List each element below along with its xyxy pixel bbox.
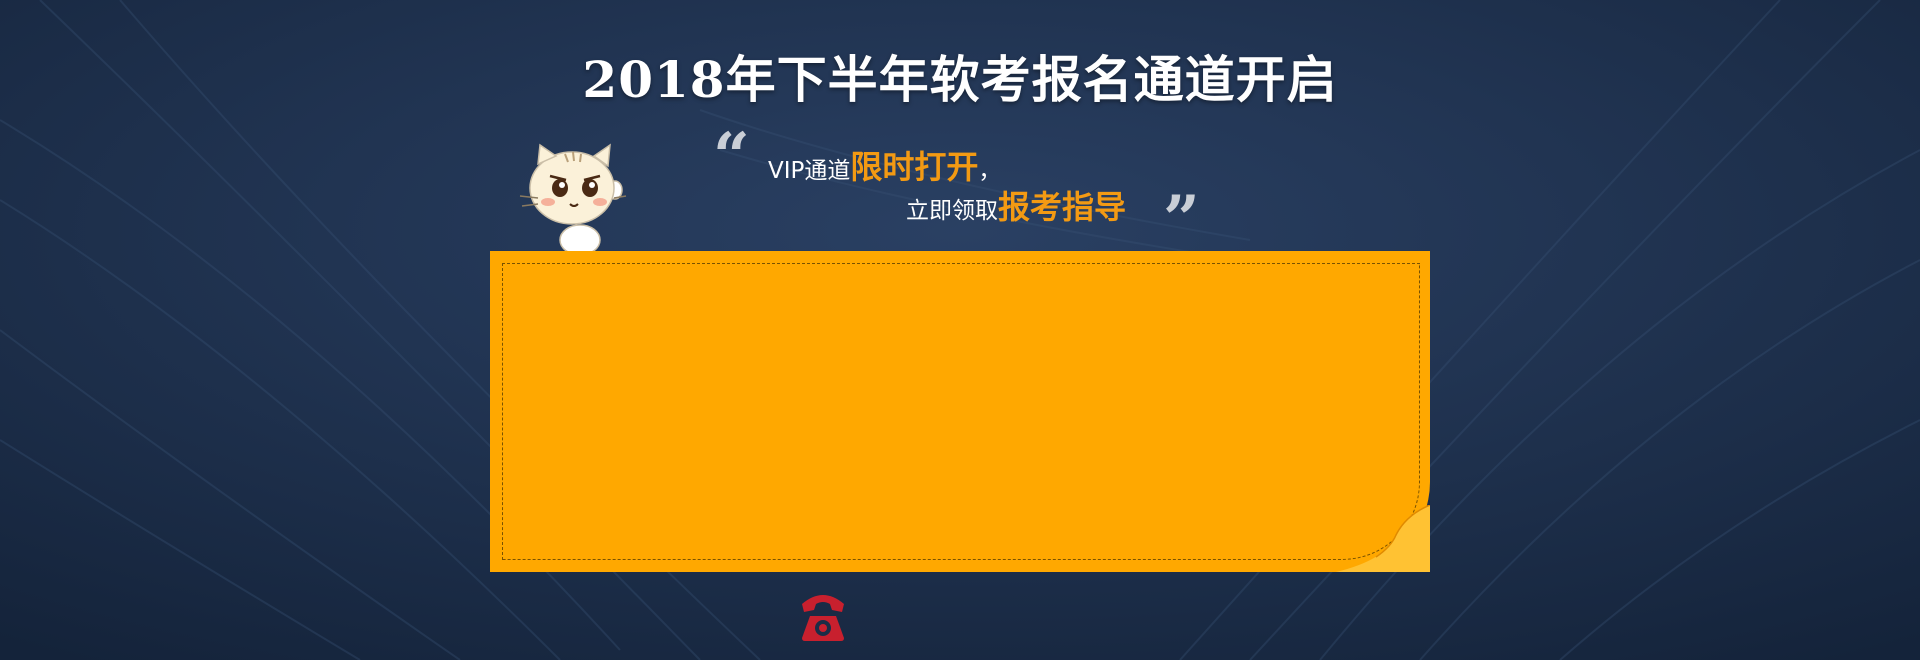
vip-channel-text: VIP通道 bbox=[768, 158, 851, 184]
page-curl-corner bbox=[1336, 505, 1430, 572]
limited-open-highlight: 限时打开 bbox=[850, 148, 979, 186]
page-title: 2018年下半年软考报名通道开启 bbox=[582, 50, 1338, 109]
exam-guide-highlight: 报考指导 bbox=[998, 188, 1127, 226]
tagline-line-2: 立即领取报考指导 bbox=[906, 182, 1126, 228]
comma-text: ， bbox=[978, 158, 1002, 184]
orange-content-card bbox=[490, 251, 1430, 572]
card-dashed-border bbox=[502, 263, 1420, 560]
cat-mascot-icon bbox=[519, 143, 627, 255]
telephone-icon[interactable] bbox=[798, 588, 848, 642]
claim-now-text: 立即领取 bbox=[906, 198, 998, 224]
close-quote-mark: ” bbox=[1163, 182, 1200, 257]
open-quote-mark: “ bbox=[713, 119, 750, 194]
